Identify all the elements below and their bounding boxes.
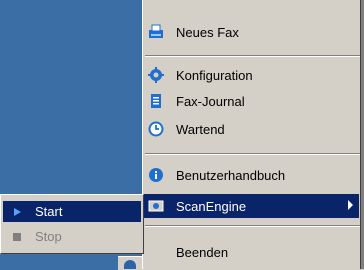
submenu-item-label: Stop bbox=[35, 229, 62, 244]
menu-item-wartend[interactable]: Wartend bbox=[143, 117, 359, 141]
menu-item-label: Fax-Journal bbox=[176, 93, 245, 109]
submenu-item-label: Start bbox=[35, 204, 63, 219]
menu-item-label: Benutzerhandbuch bbox=[176, 167, 286, 183]
menu-item-beenden[interactable]: Beenden bbox=[143, 240, 359, 264]
journal-icon bbox=[148, 93, 164, 109]
menu-separator bbox=[145, 225, 361, 227]
menu-item-scanengine[interactable]: ScanEngine bbox=[143, 194, 359, 218]
menu-item-benutzerhandbuch[interactable]: Benutzerhandbuch bbox=[143, 163, 359, 187]
menu-item-konfiguration[interactable]: Konfiguration bbox=[143, 63, 359, 87]
submenu-arrow-icon bbox=[348, 200, 353, 210]
menu-border bbox=[360, 0, 364, 269]
tray-icon[interactable] bbox=[124, 260, 136, 269]
submenu-item-start[interactable]: Start bbox=[3, 201, 141, 222]
play-icon bbox=[9, 207, 25, 217]
menu-separator bbox=[145, 153, 361, 155]
clock-icon bbox=[148, 121, 164, 137]
fax-icon bbox=[148, 24, 164, 40]
submenu-item-stop[interactable]: Stop bbox=[3, 226, 141, 247]
menu-separator bbox=[145, 55, 361, 57]
menu-item-label: Beenden bbox=[176, 244, 229, 260]
stop-icon bbox=[9, 232, 25, 242]
context-menu: Neues Fax Konfiguration Fax-Journal Wart… bbox=[142, 0, 364, 269]
scan-icon bbox=[148, 198, 164, 214]
menu-item-label: Wartend bbox=[176, 121, 225, 137]
submenu-scanengine: Start Stop bbox=[0, 194, 144, 254]
menu-item-label: Konfiguration bbox=[176, 67, 253, 83]
menu-item-label: Neues Fax bbox=[176, 24, 239, 40]
menu-item-neues-fax[interactable]: Neues Fax bbox=[143, 20, 359, 44]
info-icon bbox=[148, 167, 164, 183]
menu-item-fax-journal[interactable]: Fax-Journal bbox=[143, 89, 359, 113]
gear-icon bbox=[148, 67, 164, 83]
menu-item-label: ScanEngine bbox=[176, 198, 247, 214]
